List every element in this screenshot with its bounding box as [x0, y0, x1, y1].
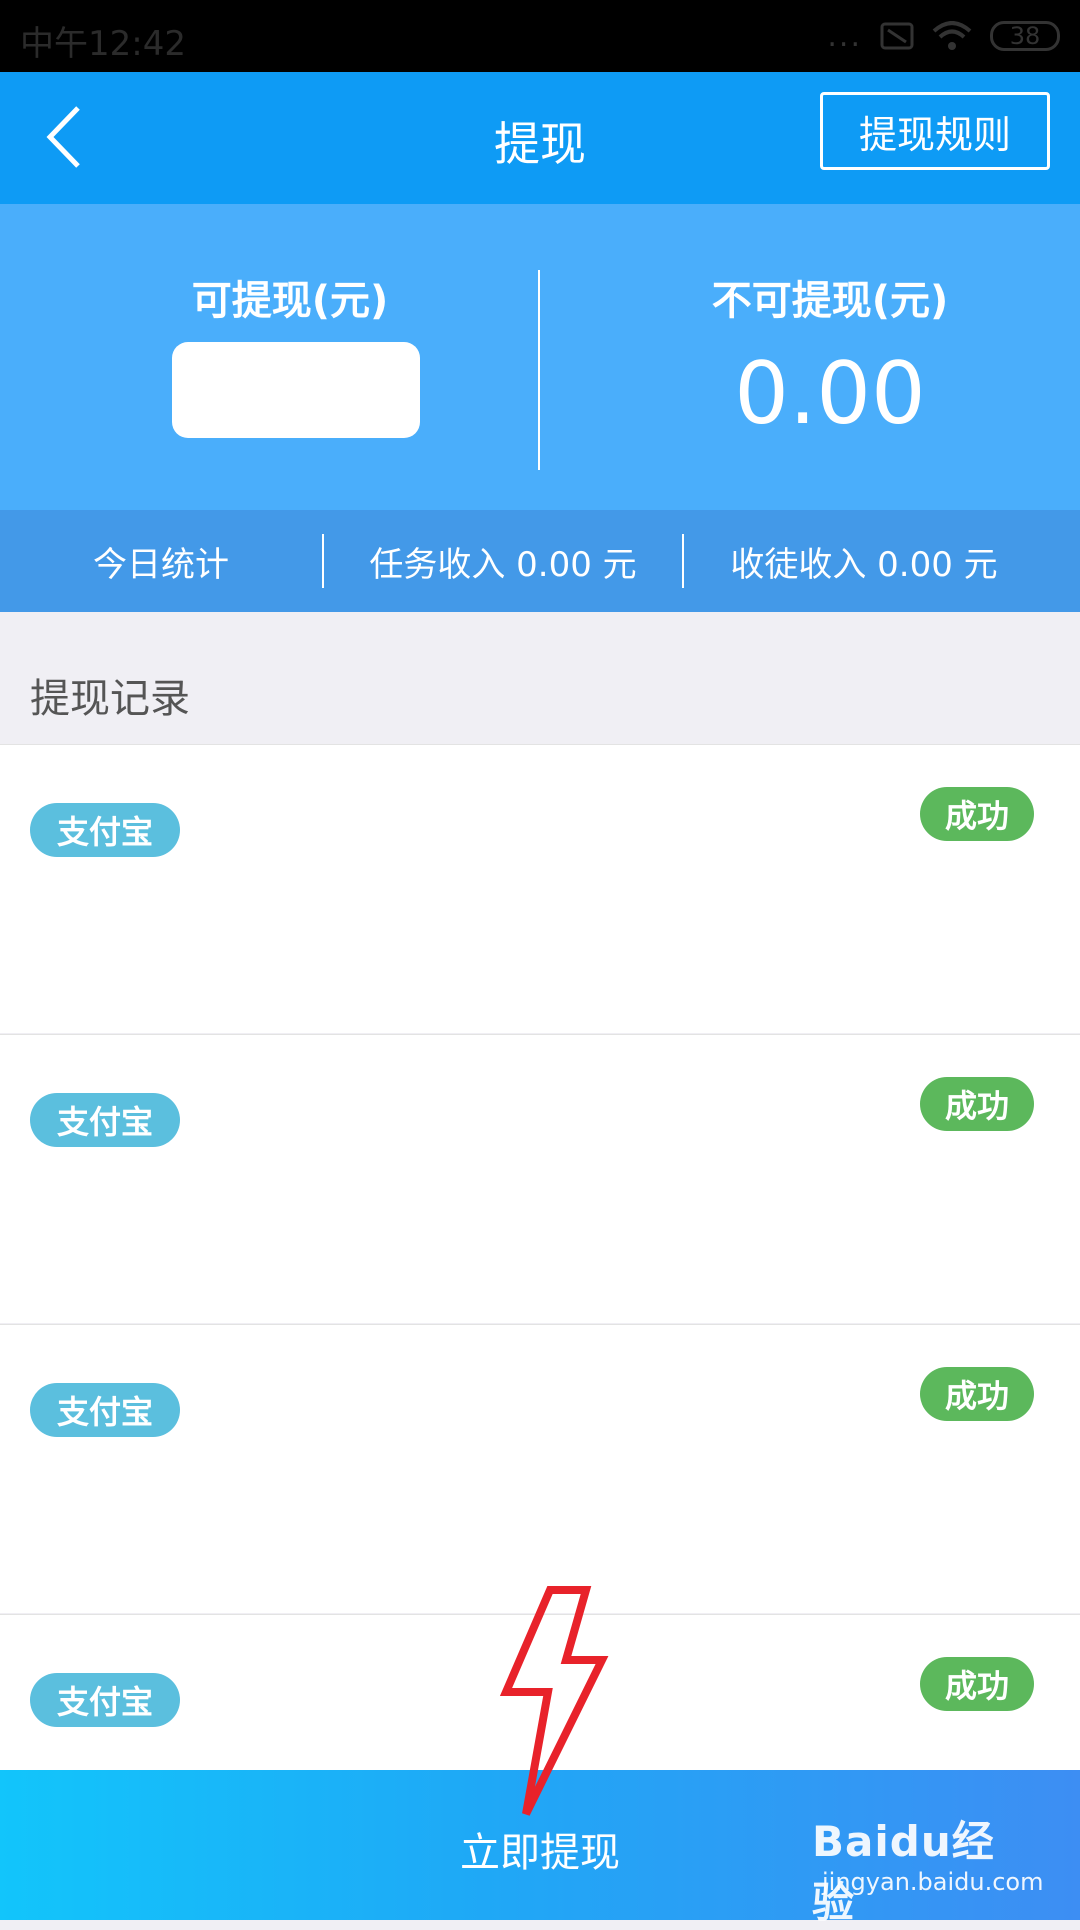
withdrawable-column: 可提现(元): [0, 204, 540, 510]
apprentice-income: 收徒收入 0.00 元: [730, 544, 998, 585]
non-withdrawable-value: 0.00: [734, 344, 926, 444]
list-item[interactable]: 支付宝 成功: [0, 1034, 1080, 1323]
status-badge: 成功: [920, 1367, 1034, 1421]
lightning-bolt-icon: [499, 1586, 609, 1816]
balance-panel: 可提现(元) 不可提现(元) 0.00: [0, 204, 1080, 510]
watermark-url: jingyan.baidu.com: [822, 1868, 1044, 1896]
status-icons: ... 38: [827, 18, 1060, 54]
non-withdrawable-label: 不可提现(元): [711, 278, 949, 324]
withdraw-rules-button[interactable]: 提现规则: [820, 92, 1050, 170]
baidu-watermark: Baidu经验 jingyan.baidu.com: [812, 1808, 1043, 1927]
status-badge: 成功: [920, 787, 1034, 841]
alipay-badge: 支付宝: [30, 1093, 180, 1147]
task-income: 任务收入 0.00 元: [369, 544, 637, 585]
withdrawable-value-redacted: [172, 342, 420, 438]
battery-icon: 38: [990, 21, 1060, 51]
alipay-badge: 支付宝: [30, 803, 180, 857]
today-stats-bar: 今日统计 任务收入 0.00 元 收徒收入 0.00 元: [0, 510, 1080, 612]
withdrawable-label: 可提现(元): [191, 278, 389, 324]
status-badge: 成功: [920, 1657, 1034, 1711]
status-bar: 中午12:42 ... 38: [0, 0, 1080, 72]
status-badge: 成功: [920, 1077, 1034, 1131]
alipay-badge: 支付宝: [30, 1383, 180, 1437]
today-stats-label: 今日统计: [93, 544, 229, 585]
app-header: 提现 提现规则: [0, 72, 1080, 204]
list-item[interactable]: 支付宝 成功: [0, 744, 1080, 1033]
wifi-icon: [932, 21, 972, 50]
alipay-badge: 支付宝: [30, 1673, 180, 1727]
sim-icon: [880, 22, 914, 50]
list-item[interactable]: 支付宝 成功: [0, 1324, 1080, 1613]
withdraw-records-title: 提现记录: [30, 676, 190, 722]
non-withdrawable-column: 不可提现(元) 0.00: [540, 204, 1080, 510]
more-dots-icon: ...: [827, 18, 862, 54]
status-time: 中午12:42: [20, 24, 186, 64]
